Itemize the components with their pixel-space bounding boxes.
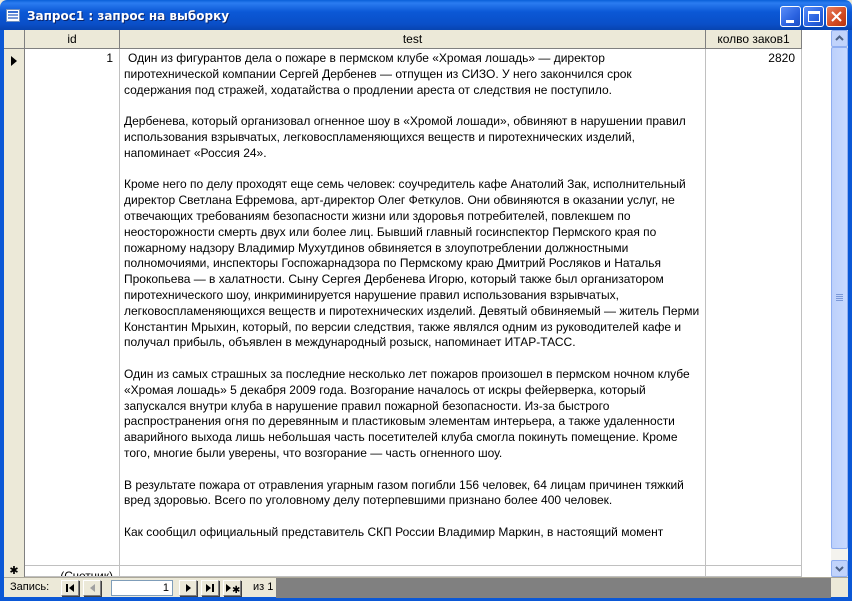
close-icon <box>831 11 842 22</box>
scroll-down-button[interactable] <box>831 560 848 577</box>
last-record-button[interactable] <box>201 580 219 596</box>
scroll-up-icon <box>835 35 844 41</box>
text-paragraph: Один из самых страшных за последние неск… <box>124 366 690 460</box>
record-label: Запись: <box>10 581 50 593</box>
new-row-count-cell[interactable] <box>706 566 802 577</box>
minimize-icon <box>786 20 794 23</box>
new-record-icon: ✱ <box>226 584 240 595</box>
current-record-arrow-icon <box>11 56 17 66</box>
column-header-count[interactable]: колво заков1 <box>706 30 802 49</box>
maximize-button[interactable] <box>803 6 824 27</box>
cell-test[interactable]: Один из фигурантов дела о пожаре в пермс… <box>120 49 706 566</box>
new-row-test-cell[interactable] <box>120 566 706 577</box>
maximize-icon <box>808 11 820 22</box>
new-row-id-cell[interactable]: (Счетчик) <box>25 566 120 577</box>
column-header-id[interactable]: id <box>25 30 120 49</box>
prev-record-icon <box>90 584 95 592</box>
scroll-up-button[interactable] <box>831 30 848 47</box>
cell-count[interactable]: 2820 <box>706 49 802 566</box>
svg-text:✱: ✱ <box>232 585 240 595</box>
first-record-icon <box>66 584 74 592</box>
datasheet-area: id test колво заков1 1 Один из фигуранто… <box>4 30 848 598</box>
cell-id[interactable]: 1 <box>25 49 120 566</box>
record-navigation-bar: Запись: 1 ✱ из 1 <box>4 577 848 598</box>
datasheet-grid: id test колво заков1 1 Один из фигуранто… <box>4 30 831 577</box>
text-paragraph: Дербенева, который организовал огненное … <box>124 114 686 160</box>
text-paragraph: Кроме него по делу проходят еще семь чел… <box>124 177 700 350</box>
text-paragraph: Один из фигурантов дела о пожаре в пермс… <box>124 51 632 97</box>
current-record-input[interactable]: 1 <box>111 580 173 596</box>
select-all-corner[interactable] <box>4 30 25 49</box>
minimize-button[interactable] <box>780 6 801 27</box>
next-record-button[interactable] <box>179 580 197 596</box>
scroll-thumb[interactable] <box>831 47 848 549</box>
scroll-down-icon <box>835 566 844 572</box>
column-header-test[interactable]: test <box>120 30 706 49</box>
prev-record-button[interactable] <box>83 580 101 596</box>
window-title: Запрос1 : запрос на выборку <box>27 9 230 23</box>
text-paragraph: В результате пожара от отравления угарны… <box>124 477 684 508</box>
record-count: из 1 <box>253 581 274 593</box>
horizontal-scroll-area <box>276 578 831 598</box>
query-window-icon[interactable] <box>6 9 20 22</box>
last-record-icon <box>206 584 214 592</box>
record-selector[interactable] <box>4 49 25 566</box>
new-record-selector[interactable]: ✱ <box>4 566 25 577</box>
next-record-icon <box>186 584 191 592</box>
text-paragraph: Как сообщил официальный представитель СК… <box>124 524 664 539</box>
title-bar[interactable]: Запрос1 : запрос на выборку <box>0 0 852 30</box>
first-record-button[interactable] <box>61 580 79 596</box>
window-frame: id test колво заков1 1 Один из фигуранто… <box>0 30 852 601</box>
new-record-button[interactable]: ✱ <box>223 580 241 596</box>
vertical-scrollbar[interactable] <box>831 30 848 577</box>
close-button[interactable] <box>826 6 847 27</box>
